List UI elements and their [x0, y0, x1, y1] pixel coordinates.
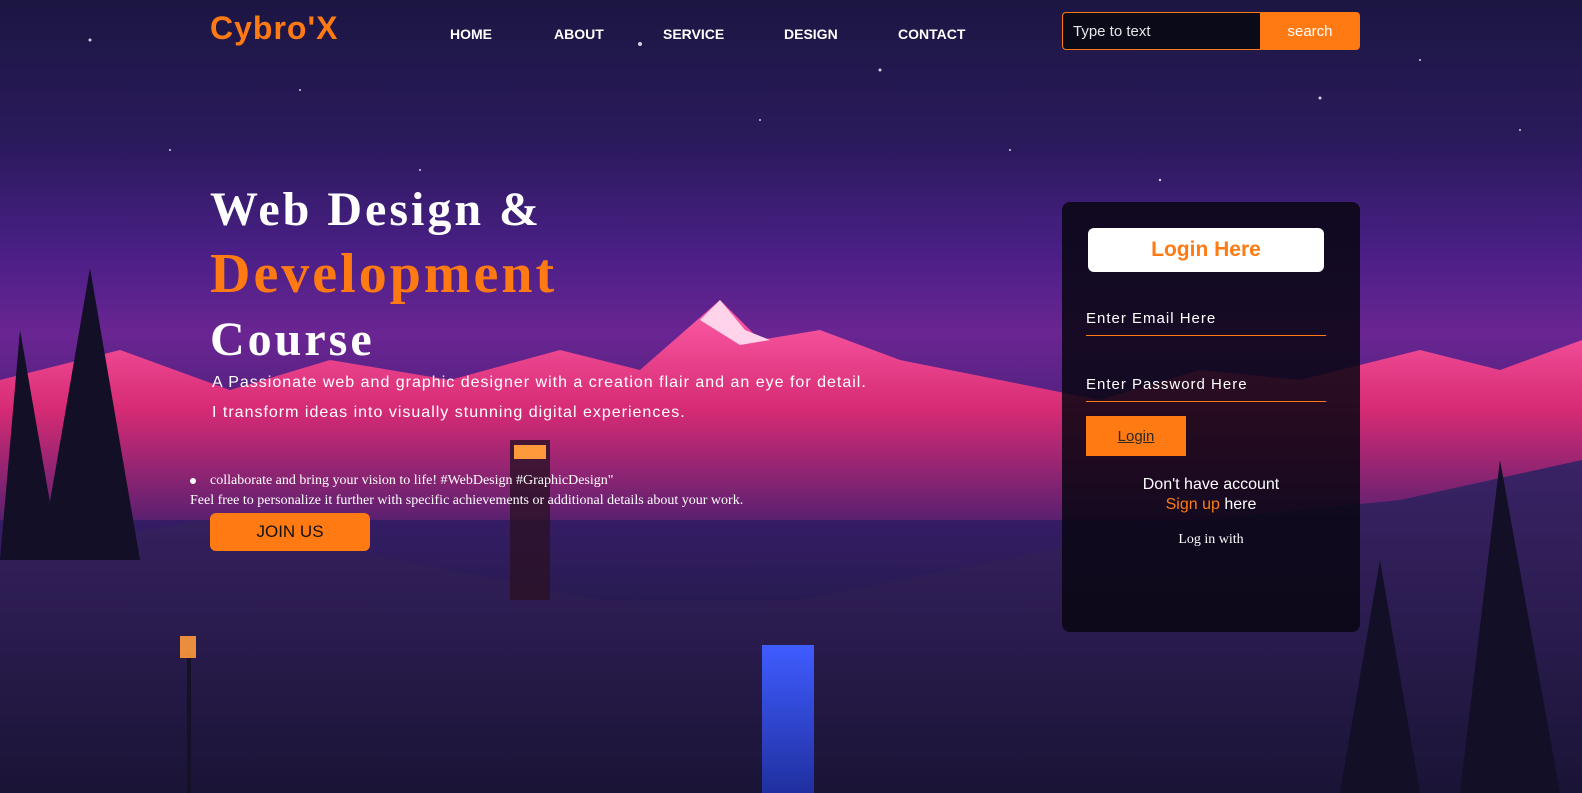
bullet-dot-icon	[190, 477, 196, 484]
hero-bullet-item: collaborate and bring your vision to lif…	[190, 473, 613, 489]
login-button[interactable]: Login	[1086, 416, 1186, 456]
signup-suffix: here	[1219, 496, 1257, 513]
login-title: Login Here	[1088, 228, 1324, 272]
hero-title-line1: Web Design &	[210, 183, 543, 236]
signup-line: Sign up here	[1062, 496, 1360, 514]
nav-design[interactable]: DESIGN	[784, 26, 838, 42]
join-us-button[interactable]: JOIN US	[210, 513, 370, 551]
search-button[interactable]: search	[1260, 12, 1360, 50]
hero-title-line3: Course	[210, 313, 375, 366]
search-bar: search	[1062, 12, 1360, 50]
nav-about[interactable]: ABOUT	[554, 26, 604, 42]
search-input[interactable]	[1062, 12, 1260, 50]
hero-description-1: A Passionate web and graphic designer wi…	[212, 374, 867, 391]
signup-link[interactable]: Sign up	[1166, 496, 1220, 513]
hero-title-line2: Development	[210, 243, 558, 305]
nav-home[interactable]: HOME	[450, 26, 492, 42]
hero-description-2: I transform ideas into visually stunning…	[212, 404, 686, 421]
login-with-text: Log in with	[1178, 532, 1244, 547]
brand-logo[interactable]: Cybro'X	[210, 10, 338, 47]
login-card: Login Here Login Don't have account Sign…	[1062, 202, 1360, 632]
email-field[interactable]	[1086, 302, 1326, 336]
hero-note: Feel free to personalize it further with…	[190, 493, 744, 508]
hero-bullet-text: collaborate and bring your vision to lif…	[210, 473, 614, 488]
password-field[interactable]	[1086, 368, 1326, 402]
no-account-text: Don't have account	[1142, 476, 1280, 493]
nav-service[interactable]: SERVICE	[663, 26, 724, 42]
nav-contact[interactable]: CONTACT	[898, 26, 965, 42]
